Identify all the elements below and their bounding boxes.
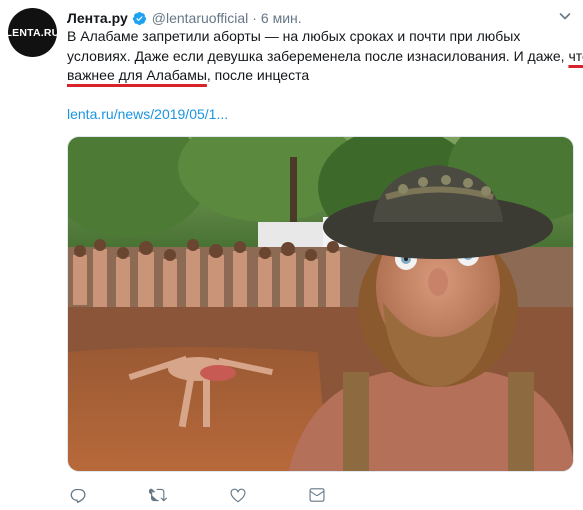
avatar[interactable]: LENTA.RU <box>6 8 59 57</box>
tweet-text-line: В Алабаме запретили аборты — на любых ср… <box>67 27 577 47</box>
tweet-text-segment: , после инцеста <box>206 67 310 83</box>
direct-message-button[interactable] <box>308 486 328 506</box>
tweet-actions <box>67 486 367 506</box>
reply-icon <box>70 488 86 504</box>
timestamp[interactable]: 6 мин. <box>261 10 302 26</box>
verified-badge-icon <box>132 11 146 25</box>
retweet-icon <box>147 488 167 502</box>
tweet-text-segment: В Алабаме запретили аборты — на любых ср… <box>67 28 521 44</box>
tweet-header: Лента.ру @lentaruofficial · 6 мин. <box>67 8 575 28</box>
article-link[interactable]: lenta.ru/news/2019/05/1... <box>67 106 228 122</box>
underlined-text: что <box>568 47 583 64</box>
heart-icon <box>230 488 246 503</box>
chevron-down-icon[interactable] <box>559 10 571 22</box>
retweet-button[interactable] <box>147 486 169 506</box>
tweet-text-segment: условиях. Даже если девушка забеременела… <box>67 47 569 64</box>
tweet-text-line: условиях. Даже если девушка забеременела… <box>67 47 583 67</box>
reply-button[interactable] <box>69 486 89 506</box>
separator-dot: · <box>252 10 257 26</box>
display-name[interactable]: Лента.ру <box>67 10 128 26</box>
photo-illustration <box>68 137 573 471</box>
tweet-text-line: важнее для Алабамы, после инцеста <box>67 66 577 86</box>
tweet-photo[interactable] <box>67 136 574 472</box>
tweet-text: В Алабаме запретили аборты — на любых ср… <box>67 27 583 86</box>
envelope-icon <box>309 488 325 502</box>
underlined-text: важнее для Алабамы <box>67 67 207 83</box>
like-button[interactable] <box>229 486 249 506</box>
handle[interactable]: @lentaruofficial <box>152 10 248 26</box>
